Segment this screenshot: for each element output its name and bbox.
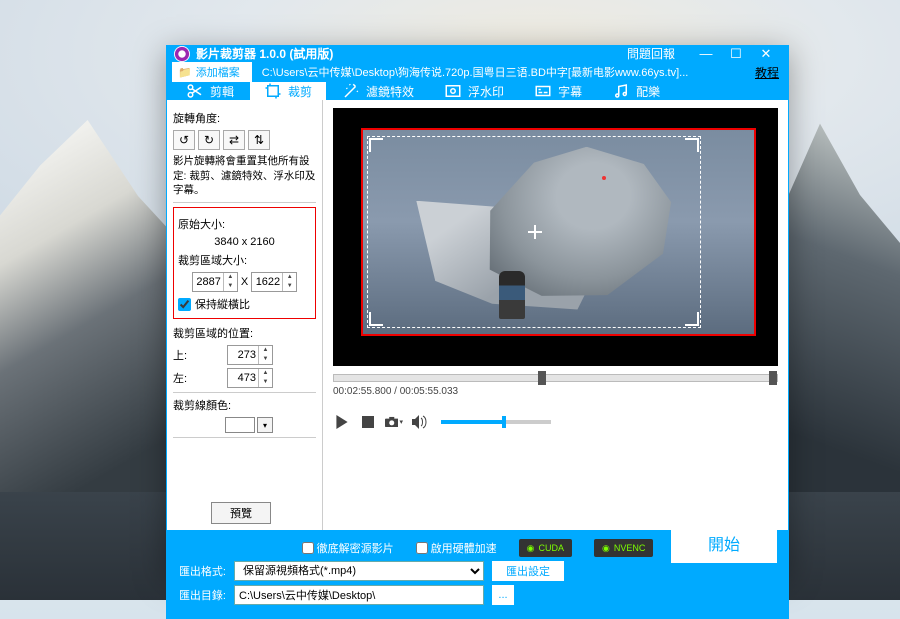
timeline-start-handle[interactable] — [538, 371, 546, 385]
snapshot-button[interactable]: ▾ — [385, 413, 403, 431]
hwaccel-checkbox[interactable] — [416, 542, 428, 554]
video-preview[interactable] — [333, 108, 778, 366]
crop-settings-panel: 旋轉角度: ↺ ↻ ⇄ ⇅ 影片旋轉將會重置其他所有設定: 裁剪、濾鏡特效、浮水… — [167, 100, 323, 530]
decrypt-checkbox[interactable] — [302, 542, 314, 554]
timeline[interactable]: 00:02:55.800 / 00:05:55.033 — [333, 374, 778, 397]
hwaccel-checkbox-row: 啟用硬體加速 — [416, 540, 497, 556]
output-format-label: 匯出格式: — [174, 563, 226, 579]
tab-watermark[interactable]: 浮水印 — [430, 82, 518, 100]
file-path: C:\Users\云中传媒\Desktop\狗海传说.720p.国粤日三语.BD… — [256, 64, 751, 80]
crop-center-icon[interactable] — [528, 225, 542, 239]
file-bar: 添加檔案 C:\Users\云中传媒\Desktop\狗海传说.720p.国粤日… — [166, 62, 789, 82]
feedback-link[interactable]: 問題回報 — [627, 45, 675, 62]
crop-left-field[interactable]: ▲▼ — [227, 368, 273, 388]
border-color-swatch[interactable] — [225, 417, 255, 433]
browse-button[interactable]: ... — [492, 585, 514, 605]
close-button[interactable]: ✕ — [751, 46, 781, 62]
tab-trim[interactable]: 剪輯 — [172, 82, 248, 100]
spin-down-icon[interactable]: ▼ — [283, 282, 296, 291]
stop-button[interactable] — [359, 413, 377, 431]
crop-width-field[interactable]: ▲▼ — [192, 272, 238, 292]
titlebar: 影片裁剪器 1.0.0 (試用版) 問題回報 — ☐ ✕ — [166, 45, 789, 62]
crop-size-label: 裁剪區域大小: — [178, 252, 311, 268]
original-size-label: 原始大小: — [178, 216, 311, 232]
spin-down-icon[interactable]: ▼ — [224, 282, 237, 291]
crop-handle-tr[interactable] — [685, 138, 699, 152]
crop-top-input[interactable] — [228, 349, 258, 361]
watermark-icon — [444, 82, 462, 100]
keep-ratio-label: 保持縱橫比 — [195, 296, 250, 312]
nvenc-badge: ◉ NVENC — [594, 539, 653, 557]
crop-icon — [264, 82, 282, 100]
tab-filter[interactable]: 濾鏡特效 — [328, 82, 428, 100]
crop-width-input[interactable] — [193, 276, 223, 288]
crop-handle-tl[interactable] — [369, 138, 383, 152]
play-button[interactable] — [333, 413, 351, 431]
subtitle-icon — [534, 82, 552, 100]
rotate-ccw-button[interactable]: ↺ — [173, 130, 195, 150]
tab-subtitle[interactable]: 字幕 — [520, 82, 596, 100]
spin-up-icon[interactable]: ▲ — [283, 273, 296, 282]
scissors-icon — [186, 82, 204, 100]
maximize-button[interactable]: ☐ — [721, 46, 751, 62]
flip-horizontal-button[interactable]: ⇄ — [223, 130, 245, 150]
tab-audio[interactable]: 配樂 — [598, 82, 674, 100]
tab-crop[interactable]: 裁剪 — [250, 82, 326, 100]
keep-ratio-checkbox[interactable] — [178, 298, 191, 311]
timeline-end-handle[interactable] — [769, 371, 777, 385]
crop-height-field[interactable]: ▲▼ — [251, 272, 297, 292]
rotate-cw-button[interactable]: ↻ — [198, 130, 220, 150]
minimize-button[interactable]: — — [691, 46, 721, 61]
top-label: 上: — [173, 347, 199, 363]
tabs: 剪輯 裁剪 濾鏡特效 浮水印 字幕 配樂 — [166, 82, 789, 100]
window-title: 影片裁剪器 1.0.0 (試用版) — [196, 45, 627, 62]
add-file-button[interactable]: 添加檔案 — [172, 62, 252, 82]
crop-handle-bl[interactable] — [369, 312, 383, 326]
crop-position-label: 裁剪區域的位置: — [173, 325, 316, 341]
output-format-select[interactable]: 保留源視頻格式(*.mp4) — [234, 561, 484, 581]
tutorial-link[interactable]: 教程 — [755, 64, 779, 81]
start-button[interactable]: 開始 — [671, 523, 777, 563]
size-separator: X — [241, 276, 248, 288]
preview-panel: 00:02:55.800 / 00:05:55.033 ▾ — [323, 100, 788, 530]
music-icon — [612, 82, 630, 100]
cuda-badge: ◉ CUDA — [519, 539, 572, 557]
time-display: 00:02:55.800 / 00:05:55.033 — [333, 386, 778, 397]
crop-height-input[interactable] — [252, 276, 282, 288]
color-dropdown-button[interactable]: ▾ — [257, 417, 273, 433]
wand-icon — [342, 82, 360, 100]
rotation-note: 影片旋轉將會重置其他所有設定: 裁剪、濾鏡特效、浮水印及字幕。 — [173, 154, 316, 198]
spin-up-icon[interactable]: ▲ — [259, 346, 272, 355]
playback-controls: ▾ — [333, 413, 778, 431]
spin-down-icon[interactable]: ▼ — [259, 355, 272, 364]
output-dir-field[interactable]: C:\Users\云中传媒\Desktop\ — [234, 585, 484, 605]
volume-icon[interactable] — [411, 413, 429, 431]
preview-button[interactable]: 預覽 — [211, 502, 271, 524]
crop-top-field[interactable]: ▲▼ — [227, 345, 273, 365]
rotation-label: 旋轉角度: — [173, 110, 316, 126]
original-size-value: 3840 x 2160 — [178, 236, 311, 248]
app-window: 影片裁剪器 1.0.0 (試用版) 問題回報 — ☐ ✕ 添加檔案 C:\Use… — [166, 45, 789, 575]
crop-left-input[interactable] — [228, 372, 258, 384]
output-dir-label: 匯出目錄: — [174, 587, 226, 603]
spin-up-icon[interactable]: ▲ — [224, 273, 237, 282]
spin-up-icon[interactable]: ▲ — [259, 369, 272, 378]
volume-slider[interactable] — [441, 420, 551, 424]
app-logo-icon — [174, 46, 190, 62]
left-label: 左: — [173, 370, 199, 386]
output-settings-button[interactable]: 匯出設定 — [492, 561, 564, 581]
spin-down-icon[interactable]: ▼ — [259, 378, 272, 387]
size-highlight-box: 原始大小: 3840 x 2160 裁剪區域大小: ▲▼ X ▲▼ 保持縱橫比 — [173, 207, 316, 319]
flip-vertical-button[interactable]: ⇅ — [248, 130, 270, 150]
border-color-label: 裁剪線顏色: — [173, 397, 316, 413]
decrypt-checkbox-row: 徹底解密源影片 — [302, 540, 394, 556]
crop-handle-br[interactable] — [685, 312, 699, 326]
